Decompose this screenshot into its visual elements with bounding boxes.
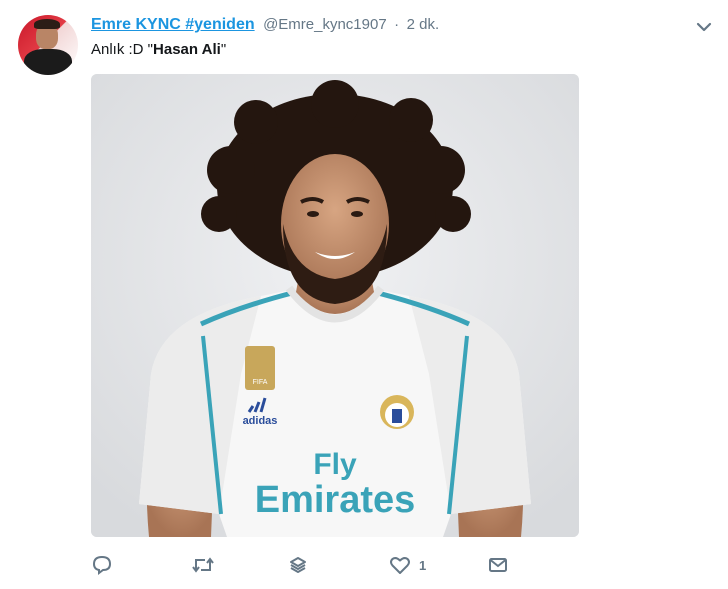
header-separator: · (394, 16, 400, 33)
like-button[interactable]: 1 (389, 553, 426, 577)
reply-icon (91, 554, 113, 576)
like-count: 1 (419, 557, 427, 573)
jersey-sponsor-line2: Emirates (255, 479, 416, 521)
jersey-sponsor-line1: Fly (313, 448, 357, 481)
retweet-button[interactable] (191, 553, 215, 577)
tweet-timestamp[interactable]: 2 dk. (407, 16, 440, 33)
retweet-icon (191, 554, 215, 576)
author-handle[interactable]: @Emre_kync1907 (263, 16, 387, 33)
fifa-badge-text: FIFA (253, 379, 268, 386)
avatar[interactable] (18, 15, 78, 75)
tweet-text-suffix: " (220, 41, 227, 58)
reply-button[interactable] (91, 553, 113, 577)
author-display-name[interactable]: Emre KYNC #yeniden (91, 16, 255, 33)
tweet-text-bold: Hasan Ali (153, 41, 221, 58)
mail-icon (487, 554, 509, 576)
avatar-shirt (24, 49, 72, 75)
tweet-text-prefix: Anlık :D " (91, 41, 154, 58)
tweet-text: Anlık :D "Hasan Ali" (91, 40, 226, 60)
tweet-card: Emre KYNC #yeniden @Emre_kync1907 · 2 dk… (0, 0, 728, 589)
jersey-brand: adidas (243, 415, 278, 427)
chevron-down-icon[interactable] (694, 17, 714, 37)
avatar-hair (34, 19, 60, 29)
tweet-header: Emre KYNC #yeniden @Emre_kync1907 · 2 dk… (91, 14, 439, 36)
heart-icon (389, 554, 411, 576)
direct-message-button[interactable] (487, 553, 509, 577)
stack-button[interactable] (287, 553, 309, 577)
tweet-photo[interactable]: FIFA adidas Fly Emirates (91, 74, 579, 537)
layers-icon (287, 554, 309, 576)
tweet-actions: 1 (91, 553, 521, 577)
